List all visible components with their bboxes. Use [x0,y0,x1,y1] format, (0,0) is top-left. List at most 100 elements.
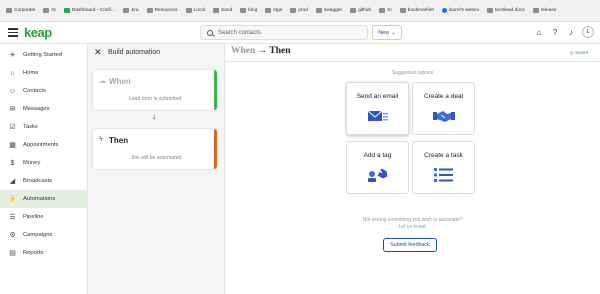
sidebar: ☀ Getting Started ⌂ Home ☺ Contacts ✉ Messages ☑… [0,44,88,294]
globe-icon [441,8,447,13]
keap-icon [63,8,70,13]
bookmark-label: Jira [130,8,139,13]
folder-icon [212,8,219,13]
sidebar-item-home[interactable]: ⌂ Home [0,64,88,82]
option-label: Create a task [424,152,463,159]
option-create-task[interactable]: Create a task [412,141,475,194]
new-button-label: New [378,29,390,36]
option-add-tag[interactable]: Add a tag [346,141,409,194]
handshake-icon [433,111,455,122]
sidebar-item-label: Pipeline [23,214,44,220]
sidebar-item-label: Home [23,70,39,76]
folder-icon [290,8,297,13]
bookmark-label: release [540,8,557,13]
bookmark-item[interactable]: SI [379,8,392,13]
main-header: When → Then ◎ Saved [225,44,600,62]
sidebar-item-label: Money [23,160,41,166]
folder-icon [379,8,386,13]
bookmark-item[interactable]: laurel's webex [441,8,479,13]
not-seeing-line2: Let us know! [398,224,427,230]
bookmark-item[interactable]: Local [185,8,205,13]
bookmark-item[interactable]: IS [43,8,56,13]
keap-logo[interactable]: keap [24,25,52,40]
bookmark-item[interactable]: Resources [146,8,178,13]
sidebar-item-label: Tasks [23,124,38,130]
sidebar-item-campaigns[interactable]: ⚙ Campaigns [0,226,88,244]
bookmark-item[interactable]: Sand [212,8,233,13]
sidebar-item-reports[interactable]: ▤ Reports [0,244,88,262]
option-send-email[interactable]: Send an email [346,82,409,135]
bookmark-label: IS [51,8,56,13]
reports-icon: ▤ [9,250,16,257]
folder-icon [43,8,50,13]
bookmark-label: github [358,8,372,13]
header-actions: ⌂ ? ♪ L [534,26,594,38]
sidebar-item-appointments[interactable]: ▦ Appointments [0,136,88,154]
gift-icon[interactable]: ⌂ [534,27,544,37]
menu-icon[interactable] [8,28,18,37]
option-label: Add a tag [363,152,392,159]
then-card-title: Then [109,136,129,145]
build-automation-panel: ✕ Build automation ☁ When Lead form is s… [88,44,225,294]
sidebar-item-messages[interactable]: ✉ Messages [0,100,88,118]
heading-then: Then [269,46,291,56]
bookmark-item[interactable]: Jira [122,8,139,13]
close-icon[interactable]: ✕ [94,47,102,58]
contacts-icon: ☺ [8,87,17,95]
bookmark-item[interactable]: release [532,8,557,13]
folder-icon [6,8,12,13]
bookmark-item[interactable]: bookmarklet [399,8,434,13]
bookmark-item[interactable]: swagger [315,8,343,13]
calendar-icon: ▦ [9,142,16,149]
avatar[interactable]: L [582,26,594,38]
then-card-subtitle: ...this will be automated. [127,155,183,161]
search-input[interactable]: Search contacts [200,25,368,40]
bookmark-item[interactable]: github [350,8,371,13]
sidebar-item-automations[interactable]: ⚡ Automations [0,190,88,208]
bookmark-item[interactable]: stge [265,8,282,13]
bookmark-label: swagger [323,8,343,13]
folder-icon [487,8,494,13]
folder-icon [315,8,322,13]
tag-icon [368,168,388,182]
bell-icon[interactable]: ♪ [566,27,576,37]
bookmark-item[interactable]: prod [290,8,308,13]
search-placeholder: Search contacts [218,29,262,36]
sidebar-item-getting-started[interactable]: ☀ Getting Started [0,46,88,64]
folder-icon [399,8,406,13]
sidebar-item-contacts[interactable]: ☺ Contacts [0,82,88,100]
when-card-title: When [109,77,131,86]
bookmark-label: techlead docs [495,8,525,13]
sidebar-item-label: Automations [23,196,56,202]
new-button[interactable]: New ⌄ [372,25,402,40]
lightning-icon: ϟ [99,136,103,143]
money-icon: $ [10,159,15,167]
sidebar-item-label: Messages [23,106,50,112]
then-card[interactable]: ϟ Then ...this will be automated. [93,129,217,169]
option-label: Create a deal [423,93,464,100]
bookmark-item[interactable]: techlead docs [487,8,525,13]
help-icon[interactable]: ? [550,27,560,37]
sidebar-item-broadcasts[interactable]: ◢ Broadcasts [0,172,88,190]
when-icon: ☁ [99,78,106,85]
not-seeing-line1: Not seeing something you wish to automat… [362,217,463,223]
sidebar-item-tasks[interactable]: ☑ Tasks [0,118,88,136]
bookmark-label: Dashboard - Confl... [71,8,115,13]
heading-arrow: → [257,46,268,56]
when-card[interactable]: ☁ When Lead form is submitted [93,70,217,110]
bookmarks-bar: Corporate IS Dashboard - Confl... Jira Resou… [0,0,600,22]
bookmark-label: Corporate [14,8,36,13]
bookmark-label: Sand [220,8,233,13]
sidebar-item-money[interactable]: $ Money [0,154,88,172]
sidebar-item-label: Reports [23,250,44,256]
submit-feedback-button[interactable]: Submit feedback [383,238,437,252]
sidebar-item-label: Appointments [23,142,59,148]
bookmark-item[interactable]: bing [240,8,257,13]
sidebar-item-pipeline[interactable]: ☰ Pipeline [0,208,88,226]
bookmark-item[interactable]: Dashboard - Confl... [63,8,115,13]
bookmark-item[interactable]: Corporate [6,8,35,13]
option-label: Send an email [356,93,399,100]
option-create-deal[interactable]: Create a deal [412,82,475,135]
bookmark-label: bookmarklet [407,8,434,13]
sidebar-item-label: Campaigns [23,232,53,238]
